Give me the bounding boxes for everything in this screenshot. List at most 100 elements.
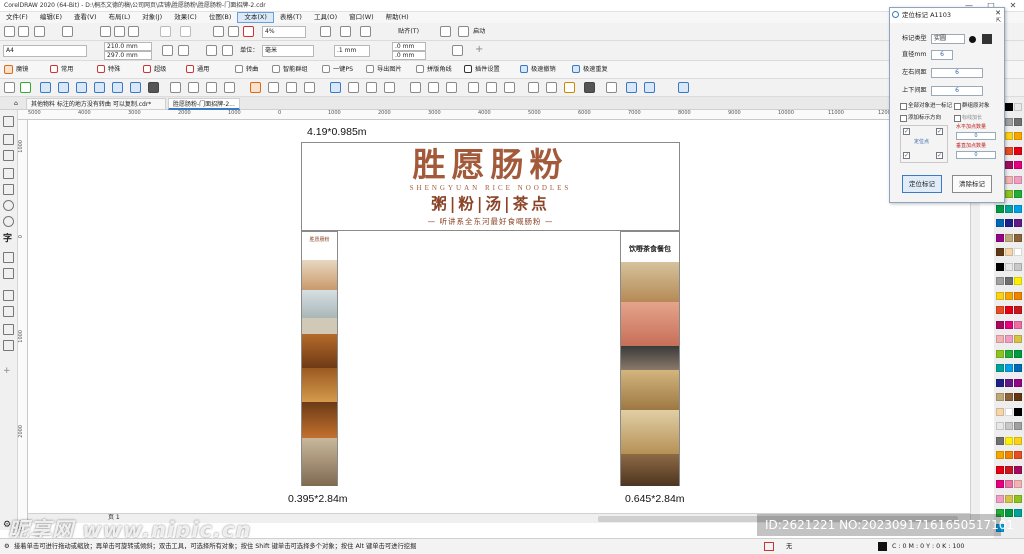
page-width-field[interactable]: 210.0 mm [104,42,152,51]
transform-icon[interactable] [348,82,359,93]
color-swatch[interactable] [996,494,1004,503]
color-swatch[interactable] [1014,262,1022,271]
gear-icon[interactable] [440,26,451,37]
scissors-icon[interactable] [446,82,457,93]
vertical-ruler[interactable]: 1000 0 1000 2000 3000 [18,120,28,533]
color-swatch[interactable] [996,407,1004,416]
connect-icon[interactable] [486,82,497,93]
plugin-common[interactable]: 常用 [61,64,73,76]
menu-text[interactable]: 文本(X) [237,12,274,23]
color-swatch[interactable] [1014,378,1022,387]
frame-icon[interactable] [224,82,235,93]
line-tool-icon[interactable] [3,252,14,263]
number-0-icon[interactable] [40,82,51,93]
copy-icon[interactable] [114,26,125,37]
orientation-checkbox[interactable] [900,115,907,122]
color-swatch[interactable] [1014,349,1022,358]
align-icon[interactable] [170,82,181,93]
number-4-icon[interactable] [112,82,123,93]
printer-icon[interactable] [528,82,539,93]
color-swatch[interactable] [1005,436,1013,445]
color-swatch[interactable] [996,306,1004,314]
color-picker-icon[interactable] [982,34,992,44]
color-swatch[interactable] [1005,204,1013,213]
unit-select[interactable]: 毫米 [262,45,314,57]
menu-file[interactable]: 文件(F) [0,12,34,23]
color-swatch[interactable] [996,320,1004,329]
launch-app-icon[interactable] [458,26,469,37]
menu-table[interactable]: 表格(T) [274,12,308,23]
color-swatch[interactable] [996,465,1004,474]
color-swatch[interactable] [1014,306,1022,314]
eyedropper-tool-icon[interactable] [3,324,14,335]
fit-page-icon[interactable] [678,82,689,93]
color-swatch[interactable] [1014,219,1022,227]
magnifier-icon[interactable] [330,82,341,93]
globe-icon[interactable] [584,82,595,93]
pointer-icon[interactable] [4,82,15,93]
plugin-magic-mirror[interactable]: 魔镜 [16,64,28,76]
color-swatch[interactable] [1014,335,1022,343]
color-swatch[interactable] [1014,190,1022,198]
print-icon[interactable] [62,26,73,37]
arrow-left-icon[interactable] [626,82,637,93]
color-swatch[interactable] [1005,378,1013,387]
duplicate-y-field[interactable]: .0 mm [392,51,426,60]
color-swatch[interactable] [996,364,1004,372]
menu-object[interactable]: 对象(J) [136,12,168,23]
menu-effects[interactable]: 效果(C) [168,12,203,23]
connector-tool-icon[interactable] [3,268,14,279]
paste-icon[interactable] [128,26,139,37]
duplicate-x-field[interactable]: .0 mm [392,42,426,51]
color-swatch[interactable] [996,393,1004,401]
lock-icon[interactable] [546,82,557,93]
sphere-icon[interactable] [304,82,315,93]
redo-icon[interactable] [180,26,191,37]
break-icon[interactable] [428,82,439,93]
gear-icon[interactable]: ⚙ [4,539,10,554]
left-pillar-panel[interactable]: 胜愿肠粉 [301,231,338,486]
plugin-fast-undo[interactable]: 极速撤销 [531,64,556,76]
lr-spacing-field[interactable]: 6 [931,68,983,78]
color-swatch[interactable] [1014,509,1022,517]
color-swatch[interactable] [1014,277,1022,285]
color-swatch[interactable] [1014,436,1022,445]
color-swatch[interactable] [1005,306,1013,314]
plugin-one-click-ps[interactable]: 一键PS [333,64,353,76]
color-swatch[interactable] [996,204,1004,213]
shape-icon[interactable] [366,82,377,93]
color-swatch[interactable] [996,291,1004,300]
zoom-tool-icon[interactable] [3,150,14,161]
color-swatch[interactable] [1014,320,1022,329]
pdf-icon[interactable] [243,26,254,37]
fill-tool-icon[interactable] [3,340,14,351]
plugin-general[interactable]: 通用 [197,64,209,76]
diameter-field[interactable]: 6 [931,50,953,60]
arrow-right-icon[interactable] [644,82,655,93]
color-swatch[interactable] [1005,103,1013,111]
color-swatch[interactable] [1005,277,1013,285]
color-swatch[interactable] [1005,465,1013,474]
color-swatch[interactable] [1014,146,1022,155]
color-swatch[interactable] [1005,451,1013,459]
extend-line-checkbox[interactable] [954,115,961,122]
anchor-bottom-left[interactable]: ✓ [903,152,910,159]
number-1-icon[interactable] [58,82,69,93]
undo-icon[interactable] [160,26,171,37]
color-swatch[interactable] [996,422,1004,430]
color-swatch[interactable] [1005,480,1013,488]
dialog-close-button[interactable]: ✕ [995,9,1001,17]
node-icon[interactable] [384,82,395,93]
rectangle-tool-icon[interactable] [3,184,14,195]
number-5-icon[interactable] [130,82,141,93]
plugin-super[interactable]: 超级 [154,64,166,76]
full-screen-icon[interactable] [320,26,331,37]
tb-spacing-field[interactable]: 6 [931,86,983,96]
color-swatch[interactable] [1014,407,1022,416]
anchor-bottom-right[interactable]: ✓ [936,152,943,159]
plugin-convert-curves[interactable]: 转曲 [246,64,258,76]
color-swatch[interactable] [1014,451,1022,459]
group-checkbox[interactable] [954,103,961,110]
polygon-tool-icon[interactable] [3,216,14,227]
color-swatch[interactable] [1014,465,1022,474]
